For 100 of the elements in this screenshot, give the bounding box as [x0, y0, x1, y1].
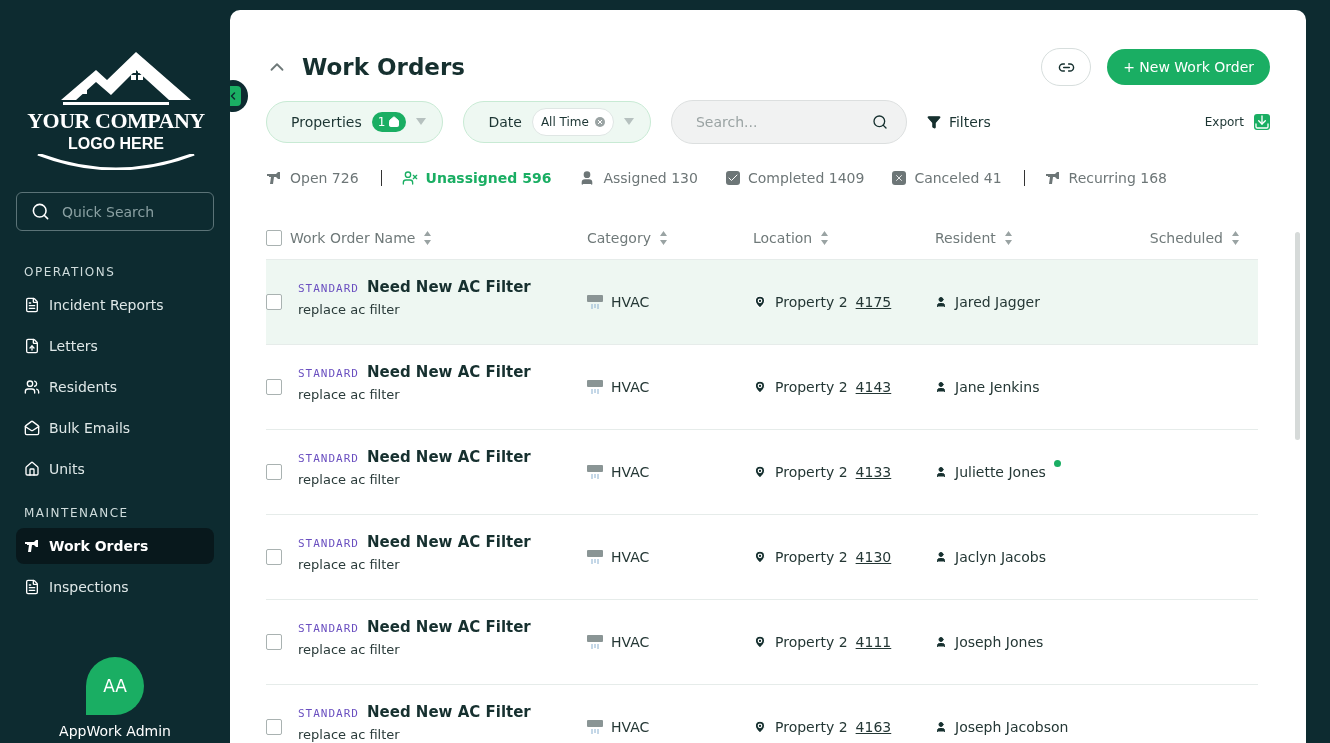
- location-pin-icon: [753, 550, 767, 564]
- unit-link[interactable]: 4133: [855, 464, 892, 480]
- column-header[interactable]: Work Order Name: [290, 229, 416, 246]
- location-pin-icon: [753, 380, 767, 394]
- status-tab[interactable]: Canceled 41: [892, 170, 1002, 186]
- section-heading: MAINTENANCE: [24, 506, 130, 520]
- work-order-description: replace ac filter: [298, 641, 401, 657]
- resident-name: Jane Jenkins: [955, 379, 1040, 395]
- home-icon: [388, 116, 401, 128]
- property-name: Property 2: [775, 549, 848, 565]
- location-pin-icon: [753, 295, 767, 309]
- row-checkbox[interactable]: [266, 294, 282, 310]
- type-label: STANDARD: [298, 621, 359, 635]
- select-all-checkbox[interactable]: [266, 229, 282, 246]
- sidebar-item[interactable]: Letters: [16, 328, 214, 364]
- air-conditioner-icon: [587, 294, 603, 310]
- checkbox-icon: [725, 171, 740, 185]
- sidebar-item[interactable]: Incident Reports: [16, 287, 214, 323]
- status-tab[interactable]: Recurring 168: [1044, 170, 1167, 186]
- unit-link[interactable]: 4111: [855, 634, 892, 650]
- date-filter[interactable]: Date All Time: [463, 101, 651, 143]
- sidebar-item[interactable]: Units: [16, 451, 214, 487]
- unit-link[interactable]: 4130: [855, 549, 892, 565]
- sort-icon[interactable]: [1231, 229, 1240, 246]
- sort-icon[interactable]: [820, 229, 830, 246]
- row-checkbox[interactable]: [266, 464, 282, 480]
- person-icon: [935, 381, 947, 393]
- type-label: STANDARD: [298, 281, 359, 295]
- row-checkbox[interactable]: [266, 379, 282, 395]
- resident-name: Joseph Jones: [955, 634, 1044, 650]
- table-row[interactable]: STANDARD Need New AC Filter replace ac filter HVAC Property 2 4175 Jared Jagger: [266, 260, 1258, 345]
- quick-search-field[interactable]: Quick Search: [16, 192, 214, 231]
- person-icon: [935, 721, 947, 733]
- properties-filter[interactable]: Properties 1: [266, 101, 444, 143]
- caret-icon: [623, 118, 634, 126]
- resident-name: Jared Jagger: [955, 294, 1040, 310]
- clear-icon[interactable]: [594, 117, 605, 127]
- column-header[interactable]: Resident: [935, 229, 996, 246]
- type-label: STANDARD: [298, 706, 359, 720]
- status-tab[interactable]: Open 726: [266, 170, 359, 186]
- status-tab[interactable]: Assigned 130: [579, 170, 698, 186]
- home-icon: [24, 461, 40, 477]
- air-conditioner-icon: [587, 719, 603, 735]
- work-order-description: replace ac filter: [298, 471, 401, 487]
- property-name: Property 2: [775, 634, 848, 650]
- sort-icon[interactable]: [1003, 229, 1013, 246]
- column-header[interactable]: Scheduled: [1149, 229, 1223, 246]
- search-field[interactable]: Search...: [670, 100, 907, 144]
- column-header[interactable]: Category: [587, 229, 651, 246]
- filters-button[interactable]: Filters: [926, 114, 991, 130]
- property-name: Property 2: [775, 464, 848, 480]
- people-icon: [24, 379, 40, 395]
- download-icon: [1254, 114, 1270, 130]
- sidebar-item[interactable]: Bulk Emails: [16, 410, 214, 446]
- work-order-name: Need New AC Filter: [367, 447, 531, 466]
- category-text: HVAC: [611, 464, 650, 480]
- document-icon: [24, 297, 40, 313]
- link-button[interactable]: [1041, 48, 1092, 86]
- category-text: HVAC: [611, 634, 650, 650]
- sort-icon[interactable]: [423, 229, 433, 246]
- search-icon: [871, 113, 888, 131]
- sidebar-item[interactable]: Residents: [16, 369, 214, 405]
- resident-name: Juliette Jones: [955, 464, 1046, 480]
- quick-search-input[interactable]: Quick Search: [60, 202, 190, 221]
- type-label: STANDARD: [298, 451, 359, 465]
- sort-icon[interactable]: [658, 229, 668, 246]
- drill-icon: [266, 170, 282, 186]
- file-upload-icon: [24, 338, 40, 354]
- work-order-description: replace ac filter: [298, 386, 401, 402]
- air-conditioner-icon: [587, 464, 603, 480]
- unit-link[interactable]: 4175: [855, 294, 892, 310]
- category-text: HVAC: [611, 294, 650, 310]
- row-checkbox[interactable]: [266, 634, 282, 650]
- document-icon: [24, 579, 40, 595]
- location-pin-icon: [753, 465, 767, 479]
- logo-subtitle: LOGO HERE: [68, 134, 164, 154]
- unit-link[interactable]: 4163: [855, 719, 892, 735]
- sidebar-item[interactable]: Inspections: [16, 569, 214, 605]
- logo-arc-icon: [36, 154, 196, 170]
- column-header[interactable]: Location: [753, 229, 813, 246]
- location-pin-icon: [753, 720, 767, 734]
- work-order-name: Need New AC Filter: [367, 702, 531, 721]
- search-input[interactable]: Search...: [693, 113, 872, 131]
- row-checkbox[interactable]: [266, 549, 282, 565]
- work-order-name: Need New AC Filter: [367, 617, 531, 636]
- work-order-description: replace ac filter: [298, 726, 401, 742]
- filter-icon: [926, 115, 941, 129]
- work-order-name: Need New AC Filter: [367, 277, 531, 296]
- logo-title: YOUR COMPANY: [27, 108, 205, 134]
- air-conditioner-icon: [587, 549, 603, 565]
- sidebar-item[interactable]: Work Orders: [16, 528, 214, 564]
- resident-name: Jaclyn Jacobs: [955, 549, 1047, 565]
- unit-link[interactable]: 4143: [855, 379, 892, 395]
- person-icon: [935, 636, 947, 648]
- person-icon: [935, 466, 947, 478]
- status-tab[interactable]: Completed 1409: [725, 170, 865, 186]
- person-icon: [935, 296, 947, 308]
- user-x-icon: [401, 170, 418, 186]
- export-button[interactable]: Export: [1204, 114, 1270, 130]
- row-checkbox[interactable]: [266, 719, 282, 735]
